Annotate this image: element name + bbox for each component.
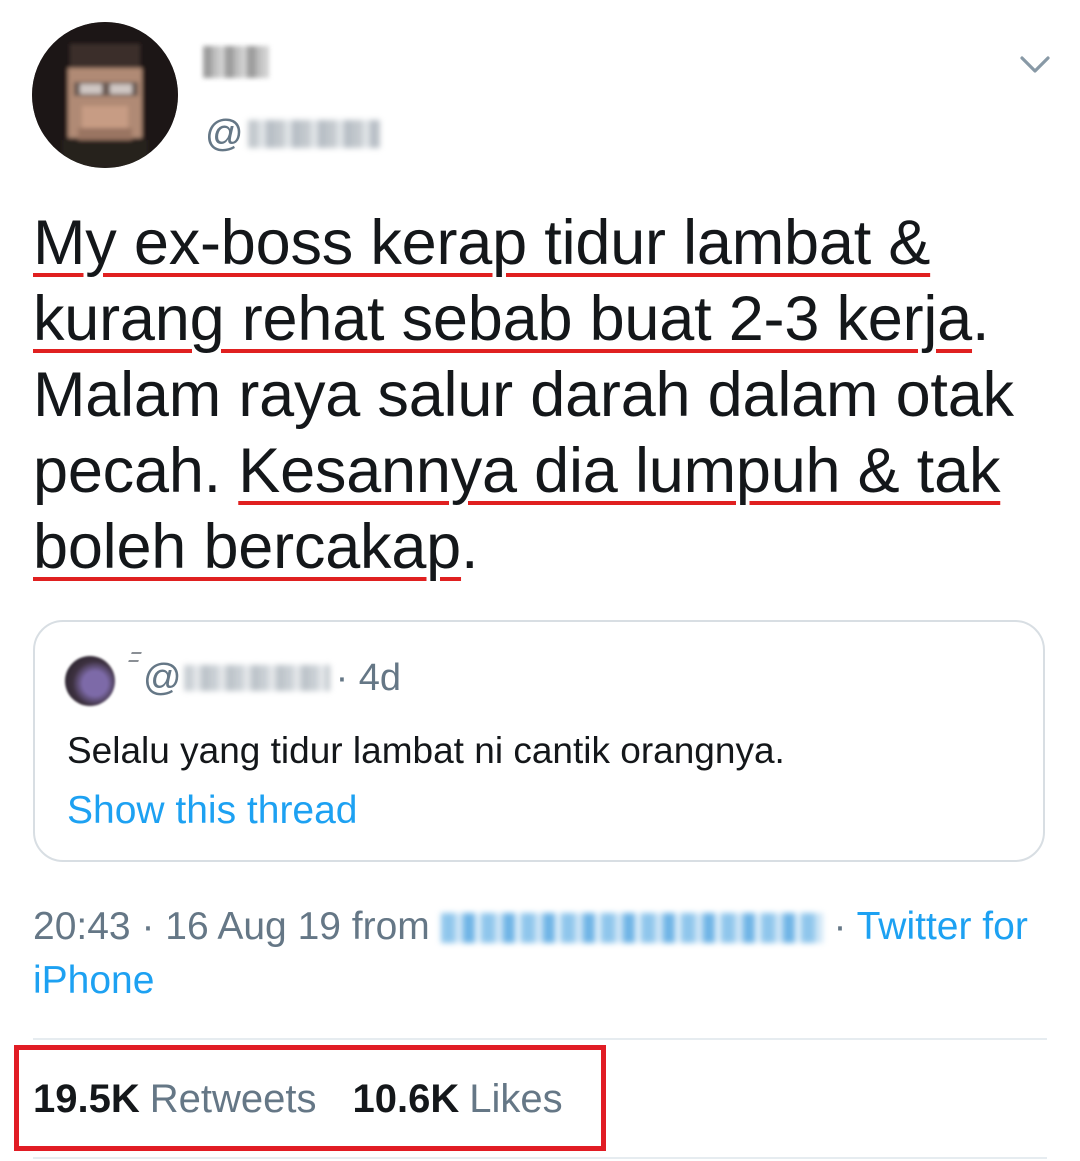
tweet-location-redacted[interactable] bbox=[440, 913, 823, 943]
show-thread-link[interactable]: Show this thread bbox=[67, 788, 358, 834]
retweets-count: 19.5K bbox=[33, 1077, 140, 1121]
quoted-tweet-card[interactable]: @ · 4d Selalu yang tidur lambat ni canti… bbox=[33, 620, 1045, 862]
likes-label: Likes bbox=[469, 1077, 563, 1121]
author-handle-prefix: @ bbox=[205, 113, 244, 155]
tweet-stats: 19.5K Retweets 10.6K Likes bbox=[33, 1072, 563, 1126]
tweet-text-plain: . bbox=[461, 512, 479, 582]
divider bbox=[33, 1157, 1047, 1159]
quoted-tweet-text: Selalu yang tidur lambat ni cantik orang… bbox=[67, 730, 785, 771]
tweet-text-highlight: My ex-boss kerap tidur lambat & kurang r… bbox=[33, 208, 973, 354]
author-handle[interactable]: @ bbox=[205, 112, 380, 156]
author-avatar[interactable] bbox=[32, 22, 178, 168]
tweet-meta: 20:43 · 16 Aug 19 from · Twitter for iPh… bbox=[33, 905, 1028, 1002]
author-handle-redacted bbox=[247, 120, 380, 148]
retweets-label: Retweets bbox=[149, 1077, 317, 1121]
author-display-name[interactable] bbox=[203, 46, 269, 78]
quoted-tweet-handle-redacted bbox=[183, 665, 330, 691]
tweet-from-label: from bbox=[351, 905, 430, 948]
quoted-tweet-handle-prefix: @ bbox=[143, 657, 182, 699]
verified-mark-icon bbox=[128, 652, 142, 662]
chevron-down-icon[interactable] bbox=[1018, 50, 1052, 78]
likes-count: 10.6K bbox=[352, 1077, 460, 1121]
tweet-date: 16 Aug 19 bbox=[165, 905, 341, 948]
likes-stat[interactable]: 10.6K Likes bbox=[353, 1072, 563, 1126]
quoted-tweet-header: @ · 4d bbox=[143, 656, 401, 700]
tweet-time: 20:43 bbox=[33, 905, 131, 948]
retweets-stat[interactable]: 19.5K Retweets bbox=[33, 1072, 317, 1126]
divider bbox=[33, 1038, 1047, 1040]
quoted-tweet-avatar bbox=[65, 656, 115, 706]
tweet-text: My ex-boss kerap tidur lambat & kurang r… bbox=[33, 205, 1043, 585]
quoted-tweet-time: · 4d bbox=[335, 657, 402, 699]
